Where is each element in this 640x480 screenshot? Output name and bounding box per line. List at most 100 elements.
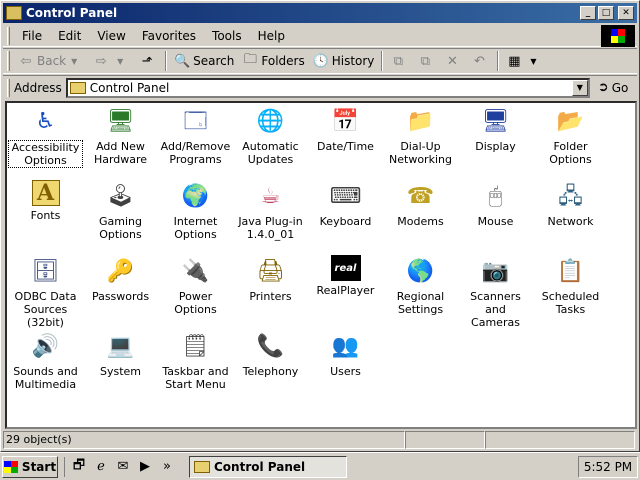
cp-item-date-time[interactable]: 📅 Date/Time [308,105,383,153]
search-button[interactable]: 🔍 Search [170,50,238,72]
cp-item-dial-up-networking[interactable]: 📁 Dial-Up Networking [383,105,458,166]
cp-item-label: Network [547,215,594,228]
cp-item-telephony[interactable]: 📞 Telephony [233,330,308,378]
cp-item-label: Users [330,365,361,378]
cp-item-label: Add New Hardware [93,140,148,166]
delete-button[interactable]: ✕ [440,50,467,72]
undo-button[interactable]: ↶ [467,50,494,72]
cp-item-regional-settings[interactable]: 🌎 Regional Settings [383,255,458,316]
show-desktop-icon[interactable]: 🗗 [69,457,89,477]
menu-tools[interactable]: Tools [204,29,250,43]
window-title: Control Panel [26,6,118,20]
toolbar-separator [497,51,500,71]
title-bar[interactable]: Control Panel _ □ ✕ [3,3,637,23]
internet-explorer-icon[interactable]: ℯ [91,457,111,477]
search-label: Search [193,54,235,68]
taskbar-task-label: Control Panel [214,459,306,474]
cp-item-label: Gaming Options [99,215,142,241]
mouse-icon: 🖱 [488,183,503,209]
cp-item-display[interactable]: 🖥 Display [458,105,533,153]
cp-item-folder-options[interactable]: 📂 Folder Options [533,105,608,166]
internet-options-icon: 🌍 [181,183,210,209]
move-to-button[interactable]: ⧉ [386,50,413,72]
cp-item-taskbar-and-start-menu[interactable]: 🗒 Taskbar and Start Menu [158,330,233,391]
java-plug-in-1-4-0-01-icon: ☕ [260,183,281,209]
toolbar-separator [165,51,168,71]
cp-item-add-remove-programs[interactable]: 🗔 Add/Remove Programs [158,105,233,166]
menu-edit[interactable]: Edit [50,29,89,43]
views-button[interactable]: ▦ ▼ [502,50,548,72]
cp-item-label: Telephony [242,365,299,378]
cp-item-gaming-options[interactable]: 🕹 Gaming Options [83,180,158,241]
control-panel-icon-view: ♿ Accessibility Options 🖥 Add New Hardware 🗔… [5,101,637,429]
cp-item-fonts[interactable]: A Fonts [8,180,83,222]
standard-toolbar: ⇦ Back ▼ ⇨ ▼ ⬏ 🔍 Search 🗀 Folders 🕓 Hist… [3,48,637,74]
sounds-and-multimedia-icon: 🔊 [31,333,60,359]
undo-icon: ↶ [473,53,485,69]
back-button[interactable]: ⇦ Back ▼ [14,50,89,72]
history-button[interactable]: 🕓 History [309,50,379,72]
cp-item-passwords[interactable]: 🔑 Passwords [83,255,158,303]
start-button[interactable]: Start [2,455,58,478]
cp-item-add-new-hardware[interactable]: 🖥 Add New Hardware [83,105,158,166]
toolbar-grip[interactable] [7,51,10,71]
cp-item-scheduled-tasks[interactable]: 📋 Scheduled Tasks [533,255,608,316]
menu-grip[interactable] [7,26,10,45]
up-folder-button[interactable]: ⬏ [135,50,162,72]
cp-item-java-plug-in-1-4-0-01[interactable]: ☕ Java Plug-in 1.4.0_01 [233,180,308,241]
cp-item-power-options[interactable]: 🔌 Power Options [158,255,233,316]
cp-item-modems[interactable]: ☎ Modems [383,180,458,228]
media-player-icon[interactable]: ▶ [135,457,155,477]
cp-item-realplayer[interactable]: real RealPlayer [308,255,383,297]
taskbar: Start 🗗 ℯ ✉ ▶ » Control Panel 5:52 PM [0,452,640,480]
go-button[interactable]: ➲ Go [598,80,629,95]
menu-view[interactable]: View [89,29,133,43]
menu-help[interactable]: Help [250,29,293,43]
up-folder-icon: ⬏ [141,53,153,69]
cp-item-label: RealPlayer [316,284,375,297]
quick-launch-more-icon[interactable]: » [157,457,177,477]
cp-item-label: Automatic Updates [242,140,299,166]
folders-button[interactable]: 🗀 Folders [238,50,308,72]
taskbar-control-panel-button[interactable]: Control Panel [189,455,347,478]
forward-arrow-icon: ⇨ [95,53,107,69]
cp-item-label: Fonts [30,209,61,222]
address-grip[interactable] [7,78,10,97]
cp-item-odbc-data-sources-32bit[interactable]: 🗄 ODBC Data Sources (32bit) [8,255,83,329]
outlook-express-icon[interactable]: ✉ [113,457,133,477]
maximize-button[interactable]: □ [598,6,614,20]
cp-item-printers[interactable]: 🖨 Printers [233,255,308,303]
cp-item-label: Keyboard [319,215,372,228]
cp-item-accessibility-options[interactable]: ♿ Accessibility Options [8,105,83,168]
status-count: 29 object(s) [3,431,405,449]
printers-icon: 🖨 [256,258,285,284]
cp-item-automatic-updates[interactable]: 🌐 Automatic Updates [233,105,308,166]
go-label: Go [611,80,629,95]
cp-item-users[interactable]: 👥 Users [308,330,383,378]
cp-item-system[interactable]: 💻 System [83,330,158,378]
cp-item-keyboard[interactable]: ⌨ Keyboard [308,180,383,228]
regional-settings-icon: 🌎 [406,258,435,284]
address-dropdown-button[interactable]: ▼ [571,79,588,96]
cp-item-scanners-and-cameras[interactable]: 📷 Scanners and Cameras [458,255,533,329]
cp-item-label: Sounds and Multimedia [13,365,78,391]
start-label: Start [21,459,57,474]
cp-item-sounds-and-multimedia[interactable]: 🔊 Sounds and Multimedia [8,330,83,391]
cp-item-mouse[interactable]: 🖱 Mouse [458,180,533,228]
cp-item-internet-options[interactable]: 🌍 Internet Options [158,180,233,241]
menu-favorites[interactable]: Favorites [134,29,204,43]
address-value: Control Panel [89,80,170,95]
system-tray-clock[interactable]: 5:52 PM [578,456,638,478]
cp-item-network[interactable]: 🖧 Network [533,180,608,228]
forward-button[interactable]: ⇨ ▼ [89,50,135,72]
address-input[interactable]: Control Panel ▼ [65,77,590,98]
minimize-button[interactable]: _ [580,6,596,20]
menu-file[interactable]: File [14,29,50,43]
close-button[interactable]: ✕ [618,6,634,20]
copy-to-icon: ⧉ [420,53,431,69]
move-to-icon: ⧉ [393,53,404,69]
display-icon: 🖥 [481,108,510,134]
copy-to-button[interactable]: ⧉ [413,50,440,72]
scheduled-tasks-icon: 📋 [556,258,585,284]
accessibility-options-icon: ♿ [35,108,56,134]
